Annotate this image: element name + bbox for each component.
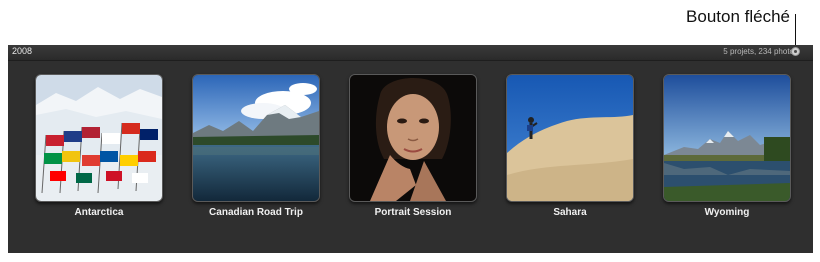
event-antarctica[interactable]: Antarctica xyxy=(35,74,163,218)
event-title: Portrait Session xyxy=(374,207,452,218)
events-browser: 2008 5 projets, 234 photos Antarctica Ca… xyxy=(8,45,813,253)
event-thumbnail-wyoming[interactable] xyxy=(663,74,791,202)
event-canadian-road-trip[interactable]: Canadian Road Trip xyxy=(192,74,320,218)
year-header: 2008 5 projets, 234 photos xyxy=(8,45,813,61)
event-summary: 5 projets, 234 photos xyxy=(723,47,798,56)
event-thumbnail-sahara[interactable] xyxy=(506,74,634,202)
callout-label: Bouton fléché xyxy=(686,7,790,26)
event-title: Sahara xyxy=(553,207,587,218)
event-thumbnail-canadian-road-trip[interactable] xyxy=(192,74,320,202)
callout-leader-line xyxy=(795,14,796,45)
arrow-button-callout: Bouton fléché xyxy=(0,0,820,46)
event-title: Wyoming xyxy=(704,207,750,218)
event-wyoming[interactable]: Wyoming xyxy=(663,74,791,218)
event-title: Canadian Road Trip xyxy=(209,207,303,218)
event-title: Antarctica xyxy=(74,207,124,218)
event-thumbnail-antarctica[interactable] xyxy=(35,74,163,202)
year-label: 2008 xyxy=(12,46,33,56)
event-portrait-session[interactable]: Portrait Session xyxy=(349,74,477,218)
arrow-button[interactable] xyxy=(791,47,800,56)
event-thumbnail-portrait-session[interactable] xyxy=(349,74,477,202)
event-sahara[interactable]: Sahara xyxy=(506,74,634,218)
